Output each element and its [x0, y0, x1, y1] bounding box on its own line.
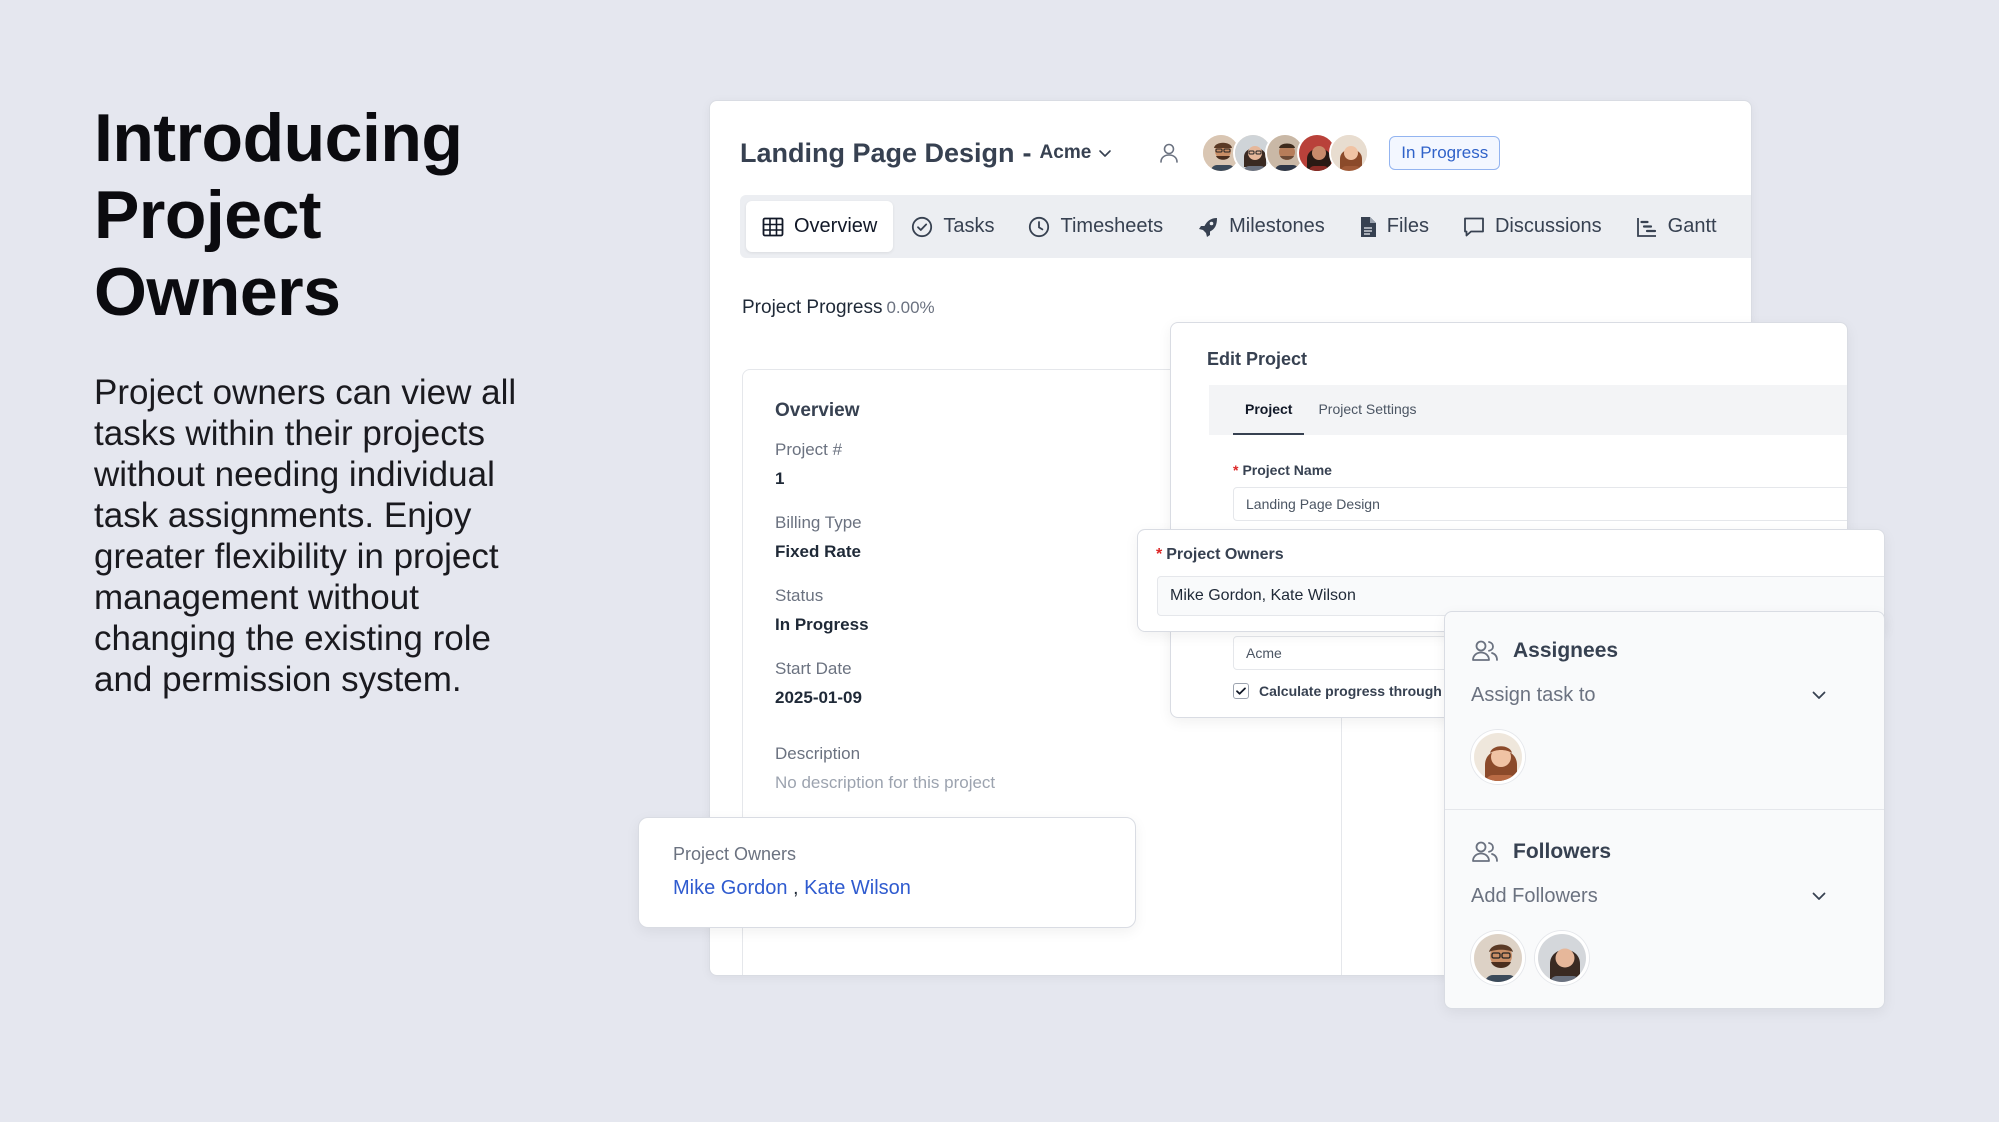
assign-task-placeholder: Assign task to	[1471, 683, 1596, 706]
chevron-down-icon	[1099, 150, 1112, 157]
tab-label: Tasks	[943, 215, 995, 237]
project-owners-input[interactable]: Mike Gordon, Kate Wilson	[1157, 576, 1884, 616]
assignees-header: Assignees	[1471, 636, 1858, 666]
avatar	[1329, 133, 1370, 173]
tab-label: Gantt	[1667, 215, 1717, 237]
followers-header: Followers	[1471, 837, 1858, 867]
followers-title: Followers	[1513, 840, 1612, 863]
users-icon	[1472, 640, 1498, 661]
assign-task-dropdown[interactable]: Assign task to	[1471, 678, 1858, 712]
checkbox[interactable]	[1233, 683, 1249, 699]
owner-link-kate-wilson[interactable]: Kate Wilson	[804, 877, 911, 899]
chevron-down-icon	[1812, 892, 1826, 900]
tab-label: Milestones	[1229, 215, 1325, 237]
owner-link-mike-gordon[interactable]: Mike Gordon	[673, 877, 788, 899]
file-icon	[1360, 216, 1376, 237]
description-label: Description	[775, 744, 861, 763]
project-name-label: * Project Name	[1233, 462, 1332, 478]
client-name: Acme	[1039, 142, 1092, 163]
dialog-tabs: Project Project Settings	[1209, 385, 1847, 435]
project-owners-label-text: Project Owners	[1166, 546, 1284, 563]
client-dropdown[interactable]: Acme	[1040, 142, 1114, 164]
project-tabs: Overview Tasks Timesheets Milestones Fil…	[740, 195, 1751, 258]
dialog-title: Edit Project	[1207, 349, 1308, 369]
progress-label: Project Progress	[742, 297, 883, 318]
project-owners-label: * Project Owners	[1156, 546, 1284, 564]
avatar[interactable]	[1535, 931, 1589, 985]
tab-overview[interactable]: Overview	[746, 201, 894, 252]
calculate-progress-checkbox[interactable]: Calculate progress through t	[1233, 683, 1450, 699]
tab-label: Timesheets	[1060, 215, 1164, 237]
required-marker: *	[1233, 462, 1239, 478]
users-icon	[1472, 841, 1498, 862]
project-name-input[interactable]: Landing Page Design	[1233, 487, 1847, 521]
tab-files[interactable]: Files	[1343, 201, 1445, 252]
avatar[interactable]	[1471, 931, 1525, 985]
tab-gantt[interactable]: Gantt	[1620, 201, 1733, 252]
hero-title-line1: Introducing	[94, 100, 463, 176]
title-separator: -	[1022, 137, 1032, 168]
user-icon[interactable]	[1157, 141, 1181, 165]
follower-avatars	[1471, 931, 1858, 985]
tab-project[interactable]: Project	[1233, 401, 1305, 435]
tab-tasks[interactable]: Tasks	[895, 201, 1010, 252]
add-followers-dropdown[interactable]: Add Followers	[1471, 879, 1858, 913]
owner-separator: ,	[787, 877, 805, 899]
section-divider	[1445, 809, 1884, 810]
clock-icon	[1029, 216, 1050, 237]
checkbox-label: Calculate progress through t	[1259, 683, 1451, 699]
description-value: No description for this project	[775, 773, 996, 792]
hero-description: Project owners can view all tasks within…	[94, 373, 517, 699]
tab-label: Discussions	[1494, 215, 1602, 237]
gantt-icon	[1636, 217, 1656, 237]
tab-milestones[interactable]: Milestones	[1181, 201, 1341, 252]
project-owners-card: Project Owners Mike Gordon , Kate Wilson	[638, 817, 1136, 928]
project-title: Landing Page Design	[740, 137, 1015, 168]
rocket-icon	[1199, 217, 1218, 237]
project-header: Landing Page Design - Acme In Progress	[740, 131, 1501, 175]
tab-project-settings[interactable]: Project Settings	[1306, 401, 1428, 435]
task-people-panel: Assignees Assign task to Followers Add F…	[1444, 611, 1885, 1009]
required-marker: *	[1156, 546, 1163, 563]
project-owners-card-label: Project Owners	[673, 844, 797, 864]
tab-label: Overview	[794, 215, 878, 237]
hero-title: Introducing Project Owners	[94, 100, 614, 331]
tab-timesheets[interactable]: Timesheets	[1012, 201, 1179, 252]
project-owners-list: Mike Gordon , Kate Wilson	[673, 877, 1101, 900]
assignees-title: Assignees	[1513, 639, 1619, 662]
table-icon	[762, 217, 784, 236]
status-badge: In Progress	[1389, 136, 1501, 170]
chat-icon	[1464, 217, 1484, 236]
avatar[interactable]	[1471, 730, 1525, 784]
progress-value: 0.00%	[886, 298, 935, 317]
check-icon	[1236, 687, 1246, 695]
member-avatars[interactable]	[1201, 133, 1370, 173]
chevron-down-icon	[1812, 691, 1826, 699]
assignee-avatars	[1471, 730, 1858, 784]
assignees-section: Assignees Assign task to	[1445, 636, 1884, 784]
add-followers-placeholder: Add Followers	[1471, 884, 1598, 907]
tab-label: Files	[1386, 215, 1429, 237]
project-name-label-text: Project Name	[1242, 462, 1332, 478]
project-progress: Project Progress 0.00%	[742, 297, 935, 319]
hero-title-line3: Owners	[94, 254, 341, 330]
check-circle-icon	[912, 216, 933, 237]
tab-discussions[interactable]: Discussions	[1447, 201, 1618, 252]
hero-title-line2: Project	[94, 177, 322, 253]
followers-section: Followers Add Followers	[1445, 837, 1884, 985]
